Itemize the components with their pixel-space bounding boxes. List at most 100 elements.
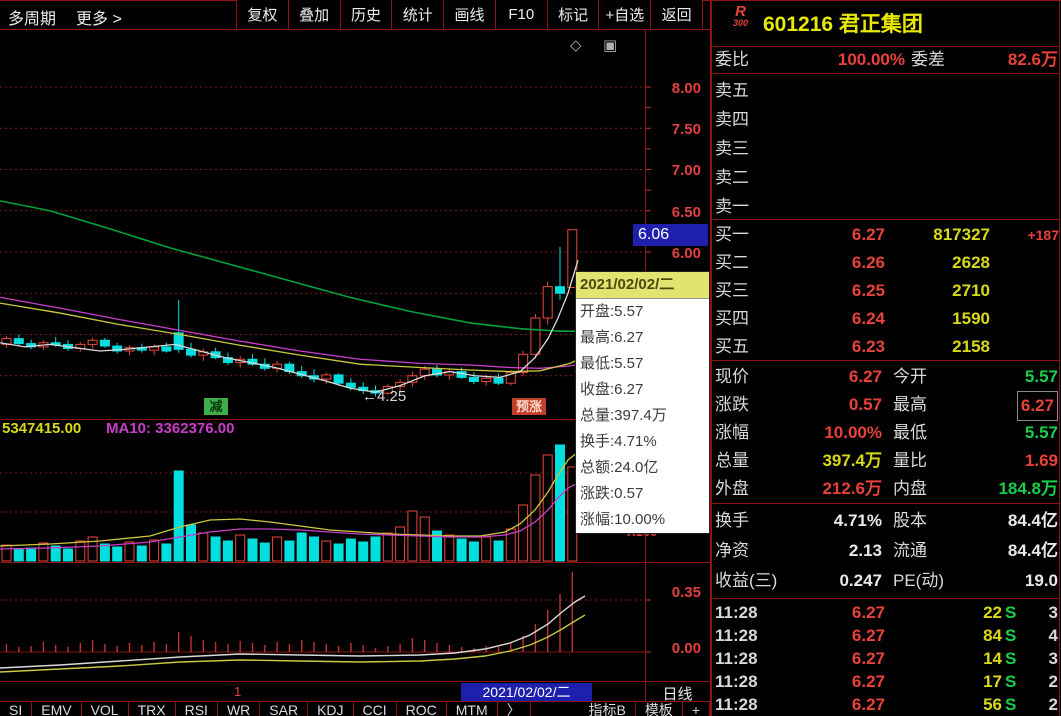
- tab-mtm[interactable]: MTM: [447, 702, 498, 716]
- stock-code-name: 601216 君正集团: [763, 8, 923, 38]
- sell-level-label: 卖四: [715, 105, 749, 134]
- more-menu[interactable]: 更多 >: [76, 5, 122, 29]
- tick-time: 11:28: [715, 693, 758, 716]
- window-icon[interactable]: ▣: [603, 36, 617, 54]
- tab-wr[interactable]: WR: [218, 702, 260, 716]
- tab-add[interactable]: +: [683, 702, 710, 716]
- tab-cci[interactable]: CCI: [354, 702, 397, 716]
- tick-count: 2: [1049, 670, 1058, 693]
- value-change-pct: 10.00%: [824, 419, 882, 447]
- tick-count: 3: [1049, 601, 1058, 624]
- value-current: 6.27: [849, 363, 882, 391]
- pane-divider-1: [0, 419, 645, 420]
- fund-row-turnover: 换手 4.71% 股本 84.4亿: [711, 506, 1060, 536]
- tab-rsi[interactable]: RSI: [176, 702, 218, 716]
- overlay-button[interactable]: 叠加: [288, 0, 340, 29]
- sell-level-label: 卖二: [715, 163, 749, 192]
- rise-forecast-badge: 预涨: [512, 398, 546, 415]
- buy-row-1[interactable]: 买一 6.27 817327 +187: [711, 221, 1060, 249]
- weibi-row: 委比 100.00% 委差 82.6万: [711, 48, 1060, 72]
- buy-volume: 1590: [952, 305, 990, 333]
- quote-row-change: 涨跌 0.57 最高 6.27: [711, 391, 1060, 419]
- value-outer-lots: 212.6万: [822, 475, 882, 503]
- statistics-button[interactable]: 统计: [391, 0, 443, 29]
- tick-time: 11:28: [715, 601, 758, 624]
- tick-price: 6.27: [852, 693, 885, 716]
- y-axis-label: 8.00: [645, 80, 701, 97]
- label-high: 最高: [893, 391, 927, 419]
- weibi-value: 100.00%: [838, 48, 905, 72]
- date-cursor-tag: 2021/02/02/二: [461, 683, 592, 701]
- buy-row-2[interactable]: 买二 6.26 2628: [711, 249, 1060, 277]
- value-total-volume: 397.4万: [822, 447, 882, 475]
- value-shares: 84.4亿: [1008, 506, 1058, 536]
- quote-row-change-pct: 涨幅 10.00% 最低 5.57: [711, 419, 1060, 447]
- tab-asi[interactable]: SI: [0, 702, 32, 716]
- f10-button[interactable]: F10: [495, 0, 547, 29]
- tab-template[interactable]: 模板: [636, 702, 683, 716]
- tab-trx[interactable]: TRX: [129, 702, 176, 716]
- fund-row-eps: 收益(三) 0.247 PE(动) 19.0: [711, 566, 1060, 596]
- draw-line-button[interactable]: 画线: [443, 0, 495, 29]
- tab-kdj[interactable]: KDJ: [308, 702, 353, 716]
- tick-volume: 84: [983, 624, 1002, 647]
- tick-direction: S: [1005, 693, 1016, 716]
- sell-level-label: 卖三: [715, 134, 749, 163]
- tick-volume: 22: [983, 601, 1002, 624]
- volume-ma5-caption: 5347415.00: [2, 420, 81, 437]
- tab-vol[interactable]: VOL: [82, 702, 129, 716]
- fund-row-nav: 净资 2.13 流通 84.4亿: [711, 536, 1060, 566]
- tab-sar[interactable]: SAR: [260, 702, 308, 716]
- diamond-icon[interactable]: ◇: [570, 36, 582, 54]
- panel-divider-h5: [711, 503, 1060, 504]
- indicator-axis-label: 0.00: [645, 640, 701, 657]
- sell-row-4: 卖四: [711, 105, 1060, 134]
- label-net-assets: 净资: [715, 536, 749, 566]
- tab-indicator-b[interactable]: 指标B: [579, 702, 635, 716]
- cursor-price-tag: 6.06: [633, 224, 708, 246]
- tooltip-low: 最低:5.57: [576, 351, 709, 377]
- label-open: 今开: [893, 363, 927, 391]
- label-outer-lots: 外盘: [715, 475, 749, 503]
- tick-price: 6.27: [852, 647, 885, 670]
- history-button[interactable]: 历史: [340, 0, 392, 29]
- buy-level-label: 买二: [715, 249, 749, 277]
- buy-level-label: 买四: [715, 305, 749, 333]
- restore-rights-button[interactable]: 复权: [236, 0, 288, 29]
- quote-row-volume: 总量 397.4万 量比 1.69: [711, 447, 1060, 475]
- back-button[interactable]: 返回: [650, 0, 703, 29]
- stock-trading-app: 多周期 更多 > 复权 叠加 历史 统计 画线 F10 标记 +自选 返回 ◇ …: [0, 0, 1061, 716]
- tooltip-turnover: 换手:4.71%: [576, 429, 709, 455]
- value-open: 5.57: [1025, 363, 1058, 391]
- multi-period-menu[interactable]: 多周期: [8, 5, 56, 29]
- mark-button[interactable]: 标记: [547, 0, 599, 29]
- label-turnover: 换手: [715, 506, 749, 536]
- tick-count: 4: [1049, 624, 1058, 647]
- buy-price: 6.23: [852, 333, 885, 361]
- tab-emv[interactable]: EMV: [32, 702, 81, 716]
- buy-level-label: 买一: [715, 221, 749, 249]
- sell-row-3: 卖三: [711, 134, 1060, 163]
- y-axis-label: 7.50: [645, 121, 701, 138]
- tick-price: 6.27: [852, 624, 885, 647]
- y-axis-label: 6.00: [645, 245, 701, 262]
- tick-direction: S: [1005, 647, 1016, 670]
- buy-row-5[interactable]: 买五 6.23 2158: [711, 333, 1060, 361]
- add-watchlist-button[interactable]: +自选: [598, 0, 650, 29]
- buy-row-3[interactable]: 买三 6.25 2710: [711, 277, 1060, 305]
- stock-header: R 300 601216 君正集团: [711, 0, 1060, 45]
- tick-direction: S: [1005, 601, 1016, 624]
- quote-row-price: 现价 6.27 今开 5.57: [711, 363, 1060, 391]
- tick-time: 11:28: [715, 647, 758, 670]
- buy-row-4[interactable]: 买四 6.24 1590: [711, 305, 1060, 333]
- label-inner-lots: 内盘: [893, 475, 927, 503]
- buy-volume: 817327: [933, 221, 990, 249]
- label-pe: PE(动): [893, 566, 944, 596]
- tab-roc[interactable]: ROC: [397, 702, 447, 716]
- label-eps: 收益(三): [715, 566, 777, 596]
- tick-direction: S: [1005, 670, 1016, 693]
- value-volume-ratio: 1.69: [1025, 447, 1058, 475]
- value-high: 6.27: [1017, 391, 1058, 421]
- indicator-tab-bar: SI EMV VOL TRX RSI WR SAR KDJ CCI ROC MT…: [0, 702, 710, 716]
- tab-more-arrow[interactable]: 〉: [498, 702, 531, 716]
